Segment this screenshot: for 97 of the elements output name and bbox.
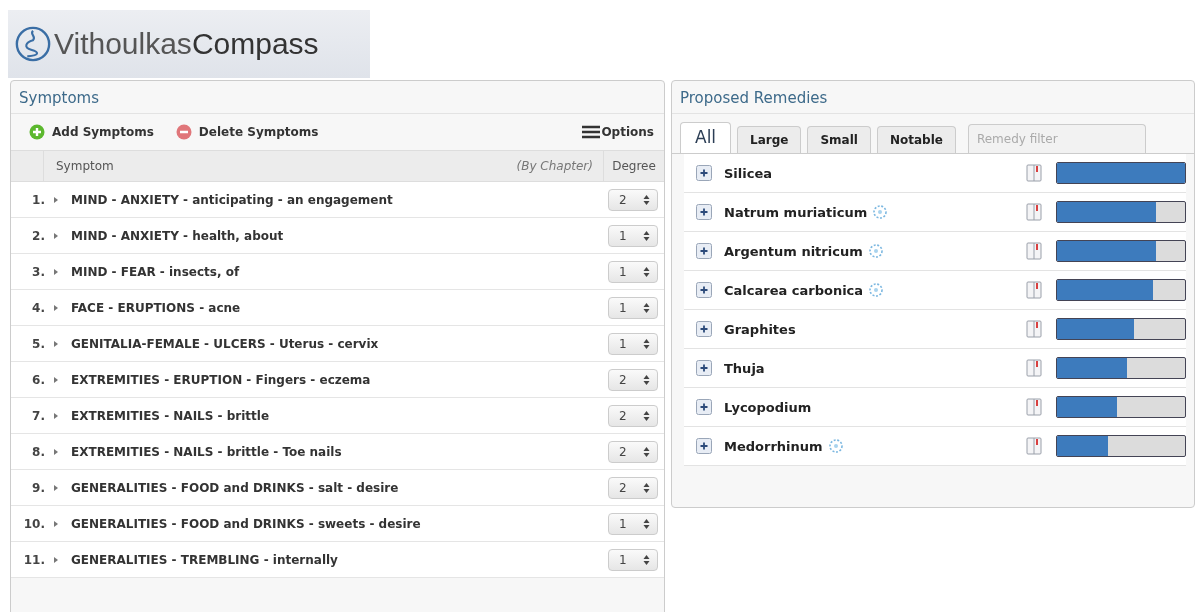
filter-tab[interactable]: Large [737, 126, 802, 153]
degree-select[interactable]: 2 [608, 404, 658, 427]
expand-arrow-icon[interactable] [53, 555, 59, 564]
row-number: 11. [22, 552, 45, 567]
column-header: Degree [603, 151, 664, 181]
symptom-text: FACE - ERUPTIONS - acne [71, 300, 242, 315]
stepper-icon [643, 481, 650, 494]
expand-arrow-icon[interactable] [53, 267, 59, 276]
remedy-filter-field[interactable]: Remedy filter [967, 124, 1146, 153]
stepper-icon [643, 337, 650, 350]
filter-tab[interactable]: All [680, 122, 732, 153]
plus-circle-icon [29, 124, 45, 140]
symptom-text: GENERALITIES - TREMBLING - internally [71, 552, 339, 567]
logo-text: VithoulkasCompass [54, 27, 319, 61]
book-icon[interactable] [1026, 242, 1042, 260]
expand-icon[interactable] [696, 243, 712, 259]
remedy-name: Medorrhinum [724, 438, 823, 454]
filter-tab[interactable]: Small [807, 126, 871, 153]
row-number: 1. [31, 192, 45, 207]
expand-icon[interactable] [696, 438, 712, 454]
filter-tab[interactable]: Notable [876, 126, 956, 153]
symptom-text: MIND - FEAR - insects, of [71, 264, 241, 279]
remedy-name: Natrum muriaticum [724, 204, 868, 220]
expand-arrow-icon[interactable] [53, 483, 59, 492]
expand-arrow-icon[interactable] [53, 375, 59, 384]
remedy-name: Argentum nitricum [724, 243, 863, 259]
degree-select[interactable]: 2 [608, 476, 658, 499]
stepper-icon [643, 193, 650, 206]
degree-select[interactable]: 1 [608, 512, 658, 535]
stepper-icon [643, 445, 650, 458]
stepper-icon [643, 301, 650, 314]
expand-arrow-icon[interactable] [53, 411, 59, 420]
degree-select[interactable]: 1 [608, 260, 658, 283]
remedy-name: Graphites [724, 321, 796, 337]
stepper-icon [643, 553, 650, 566]
logo-icon [14, 25, 52, 63]
book-icon[interactable] [1026, 398, 1042, 416]
delete-symptoms-button[interactable]: Delete Symptoms [175, 120, 319, 144]
expand-arrow-icon[interactable] [53, 303, 59, 312]
stepper-icon [643, 265, 650, 278]
book-icon[interactable] [1026, 359, 1042, 377]
row-number: 8. [31, 444, 45, 459]
stepper-icon [643, 229, 650, 242]
expand-arrow-icon[interactable] [53, 447, 59, 456]
panel-title: Symptoms [11, 81, 664, 114]
symptom-text: EXTREMITIES - ERUPTION - Fingers - eczema [71, 372, 372, 387]
expand-icon[interactable] [696, 282, 712, 298]
symptom-text: EXTREMITIES - NAILS - brittle [71, 408, 271, 423]
symptom-text: EXTREMITIES - NAILS - brittle - Toe nails [71, 444, 343, 459]
degree-select[interactable]: 2 [608, 368, 658, 391]
expand-icon[interactable] [696, 399, 712, 415]
expand-arrow-icon[interactable] [53, 231, 59, 240]
menu-icon [582, 125, 601, 139]
expand-arrow-icon[interactable] [53, 195, 59, 204]
expand-icon[interactable] [696, 321, 712, 337]
degree-select[interactable]: 2 [608, 440, 658, 463]
symptom-text: GENITALIA-FEMALE - ULCERS - Uterus - cervix [71, 336, 380, 351]
book-icon[interactable] [1026, 320, 1042, 338]
symptom-text: MIND - ANXIETY - health, about [71, 228, 285, 243]
book-icon[interactable] [1026, 203, 1042, 221]
row-number: 9. [31, 480, 45, 495]
stepper-icon [643, 409, 650, 422]
symptom-text: GENERALITIES - FOOD and DRINKS - salt - desire [71, 480, 400, 495]
expand-icon[interactable] [696, 165, 712, 181]
panel-title: Proposed Remedies [672, 81, 1194, 114]
symptom-text: GENERALITIES - FOOD and DRINKS - sweets - desire [71, 516, 422, 531]
column-header: (By Chapter) [516, 159, 594, 173]
symptom-text: MIND - ANXIETY - anticipating - an engagement [71, 192, 394, 207]
expand-icon[interactable] [696, 360, 712, 376]
expand-arrow-icon[interactable] [53, 339, 59, 348]
expand-arrow-icon[interactable] [53, 519, 59, 528]
row-number: 3. [31, 264, 45, 279]
book-icon[interactable] [1026, 437, 1042, 455]
remedy-name: Calcarea carbonica [724, 282, 864, 298]
degree-select[interactable]: 1 [608, 224, 658, 247]
stepper-icon [643, 517, 650, 530]
row-number: 4. [31, 300, 45, 315]
minus-circle-icon [175, 124, 192, 140]
remedy-name: Silicea [724, 165, 773, 181]
degree-select[interactable]: 2 [608, 188, 658, 211]
stepper-icon [643, 373, 650, 386]
add-symptoms-button[interactable]: Add Symptoms [29, 120, 154, 144]
expand-icon[interactable] [696, 204, 712, 220]
row-number: 10. [22, 516, 45, 531]
degree-select[interactable]: 1 [608, 332, 658, 355]
remedy-name: Lycopodium [724, 399, 812, 415]
degree-select[interactable]: 1 [608, 548, 658, 571]
book-icon[interactable] [1026, 164, 1042, 182]
book-icon[interactable] [1026, 281, 1042, 299]
column-header: Symptom [55, 159, 115, 173]
degree-select[interactable]: 1 [608, 296, 658, 319]
row-number: 6. [31, 372, 45, 387]
remedy-name: Thuja [724, 360, 765, 376]
row-number: 2. [31, 228, 45, 243]
options-button[interactable]: Options [582, 121, 654, 143]
row-number: 5. [31, 336, 45, 351]
row-number: 7. [31, 408, 45, 423]
